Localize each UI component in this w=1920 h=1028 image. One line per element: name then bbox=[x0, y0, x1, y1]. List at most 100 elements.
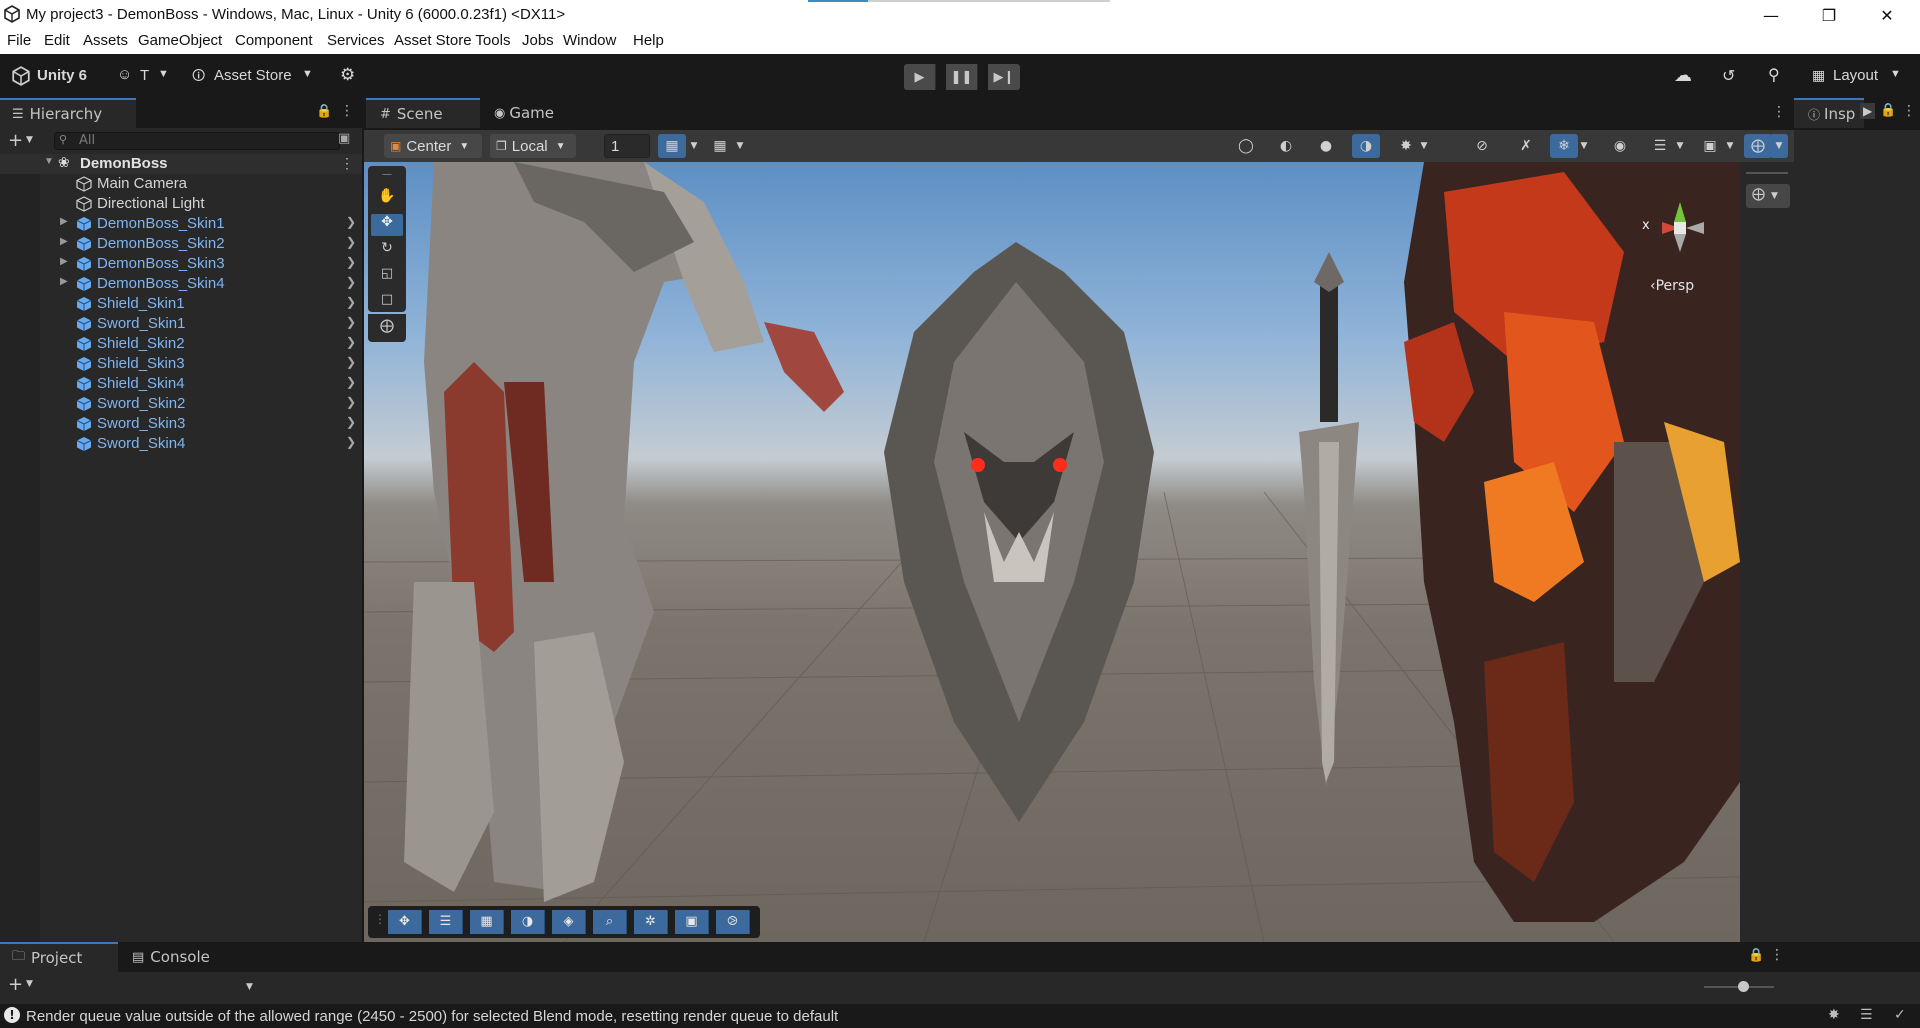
account-label[interactable]: T bbox=[140, 67, 149, 84]
increment-snap-toggle[interactable]: ▦ bbox=[706, 134, 734, 158]
unity-version-label[interactable]: Unity 6 bbox=[37, 67, 87, 84]
tab-inspector[interactable]: ⓘ Insp bbox=[1794, 98, 1864, 128]
hierarchy-item[interactable]: Sword_Skin4 ❯ bbox=[0, 434, 362, 454]
open-prefab-icon[interactable]: ❯ bbox=[346, 335, 356, 349]
asset-store-label[interactable]: Asset Store bbox=[214, 67, 292, 84]
audio-toggle[interactable]: ❄ bbox=[1550, 134, 1578, 158]
lock-icon[interactable]: 🔒 bbox=[316, 104, 332, 119]
search-input[interactable]: ⚲ All bbox=[54, 132, 340, 150]
menu-services[interactable]: Services bbox=[327, 32, 385, 49]
pivot-icon[interactable]: ✲ bbox=[634, 910, 668, 934]
hierarchy-item[interactable]: ▶ DemonBoss_Skin3 ❯ bbox=[0, 254, 362, 274]
open-prefab-icon[interactable]: ❯ bbox=[346, 375, 356, 389]
layout-label[interactable]: Layout bbox=[1833, 67, 1878, 84]
tab-scene[interactable]: # Scene bbox=[366, 98, 480, 128]
open-prefab-icon[interactable]: ❯ bbox=[346, 395, 356, 409]
align-icon[interactable]: ☰ bbox=[429, 910, 463, 934]
account-dropdown-icon[interactable]: ▼ bbox=[158, 68, 169, 80]
warning-icon[interactable]: ! bbox=[4, 1007, 20, 1023]
pivot-center-dropdown[interactable]: ▣ Center ▼ bbox=[384, 134, 482, 158]
orientation-gizmo[interactable]: x bbox=[1622, 190, 1722, 280]
fx-dropdown[interactable]: ▼ bbox=[1576, 134, 1592, 158]
plane-icon[interactable]: ◈ bbox=[552, 910, 586, 934]
bug-icon[interactable]: ✸ bbox=[1828, 1007, 1840, 1023]
open-prefab-icon[interactable]: ❯ bbox=[346, 355, 356, 369]
hierarchy-item[interactable]: Shield_Skin2 ❯ bbox=[0, 334, 362, 354]
side-grip[interactable] bbox=[1746, 172, 1788, 174]
menu-asset-store-tools[interactable]: Asset Store Tools bbox=[394, 32, 510, 49]
menu-jobs[interactable]: Jobs bbox=[522, 32, 554, 49]
search-icon[interactable]: ⚲ bbox=[1768, 65, 1780, 85]
move-tool-icon[interactable]: ✥ bbox=[371, 214, 403, 236]
root-more-icon[interactable]: ⋮ bbox=[340, 155, 354, 172]
add-icon[interactable]: + bbox=[8, 130, 23, 151]
shading-solid-toggle[interactable]: ● bbox=[1312, 134, 1340, 158]
open-prefab-icon[interactable]: ❯ bbox=[346, 275, 356, 289]
tab-console[interactable]: ▤ Console bbox=[124, 942, 234, 972]
menu-gameobject[interactable]: GameObject bbox=[138, 32, 222, 49]
rotate-tool-icon[interactable]: ↻ bbox=[371, 240, 403, 262]
foldout-open-icon[interactable]: ▼ bbox=[44, 156, 54, 167]
open-prefab-icon[interactable]: ❯ bbox=[346, 435, 356, 449]
debug-draw-dropdown[interactable]: ▼ bbox=[1416, 134, 1432, 158]
open-prefab-icon[interactable]: ❯ bbox=[346, 215, 356, 229]
project-more-icon[interactable]: ⋮ bbox=[1770, 947, 1784, 963]
snap-grid-icon[interactable]: ▦ bbox=[470, 910, 504, 934]
layout-dropdown-icon[interactable]: ▼ bbox=[1890, 68, 1901, 80]
shading-wireframe-toggle[interactable]: ◐ bbox=[1272, 134, 1300, 158]
tab-project[interactable]: 🗀 Project bbox=[0, 942, 118, 972]
menu-edit[interactable]: Edit bbox=[44, 32, 70, 49]
scene-visibility-icon[interactable]: ▣ bbox=[338, 131, 350, 146]
progress-icon[interactable]: ✓ bbox=[1894, 1007, 1906, 1023]
rotate-icon[interactable]: ◑ bbox=[511, 910, 545, 934]
menu-window[interactable]: Window bbox=[563, 32, 616, 49]
persp-label[interactable]: ‹Persp bbox=[1650, 278, 1694, 294]
settings-gear-icon[interactable]: ⚙ bbox=[340, 65, 355, 85]
scene-visibility-toggle[interactable]: ◉ bbox=[1606, 134, 1634, 158]
layers-dropdown[interactable]: ▼ bbox=[1672, 134, 1688, 158]
shading-shaded-toggle[interactable]: ◑ bbox=[1352, 134, 1380, 158]
hierarchy-item[interactable]: Sword_Skin3 ❯ bbox=[0, 414, 362, 434]
space-local-dropdown[interactable]: ❐ Local ▼ bbox=[490, 134, 576, 158]
create-icon[interactable]: + bbox=[8, 974, 23, 995]
compass-icon[interactable]: ⧁ bbox=[716, 910, 750, 934]
cloud-icon[interactable]: ☁ bbox=[1674, 65, 1692, 86]
lighting-toggle[interactable]: ✗ bbox=[1512, 134, 1540, 158]
close-button[interactable]: ✕ bbox=[1864, 0, 1910, 30]
step-button[interactable]: ▶❙ bbox=[988, 64, 1020, 90]
camera-icon[interactable]: ▣ bbox=[675, 910, 709, 934]
increment-snap-dropdown[interactable]: ▼ bbox=[732, 134, 748, 158]
open-prefab-icon[interactable]: ❯ bbox=[346, 415, 356, 429]
layers-status-icon[interactable]: ☰ bbox=[1860, 1007, 1873, 1023]
scene-more-icon[interactable]: ⋮ bbox=[1772, 104, 1786, 120]
hierarchy-item[interactable]: ▶ DemonBoss_Skin1 ❯ bbox=[0, 214, 362, 234]
search-type-dropdown-icon[interactable]: ▼ bbox=[246, 982, 253, 992]
open-prefab-icon[interactable]: ❯ bbox=[346, 255, 356, 269]
hierarchy-item[interactable]: Sword_Skin2 ❯ bbox=[0, 394, 362, 414]
status-message[interactable]: Render queue value outside of the allowe… bbox=[26, 1008, 838, 1025]
foldout-closed-icon[interactable]: ▶ bbox=[60, 216, 68, 227]
inspector-lock-icon[interactable]: 🔒 bbox=[1880, 103, 1896, 118]
tab-game[interactable]: ◉ Game bbox=[486, 98, 576, 128]
hierarchy-item[interactable]: Directional Light bbox=[0, 194, 362, 214]
grid-snap-input[interactable]: 1 bbox=[604, 134, 650, 158]
minimize-button[interactable]: — bbox=[1748, 0, 1794, 30]
asset-store-dropdown-icon[interactable]: ▼ bbox=[302, 68, 313, 80]
scale-tool-icon[interactable]: ◱ bbox=[371, 266, 403, 288]
play-button[interactable]: ▶ bbox=[904, 64, 936, 90]
2d-toggle[interactable]: ⊘ bbox=[1468, 134, 1496, 158]
history-icon[interactable]: ↺ bbox=[1722, 66, 1735, 86]
hierarchy-item[interactable]: Shield_Skin1 ❯ bbox=[0, 294, 362, 314]
foldout-closed-icon[interactable]: ▶ bbox=[60, 236, 68, 247]
gizmos-toggle[interactable]: ⨁ bbox=[1744, 134, 1772, 158]
open-prefab-icon[interactable]: ❯ bbox=[346, 315, 356, 329]
scene-viewport[interactable]: — ✋ ✥ ↻ ◱ □ ⨁ x ‹Persp ⋮ ✥ ☰ ▦ ◑ ◈ ⌕ ✲ ▣ ⧁ bbox=[364, 162, 1740, 942]
palette-grip-icon[interactable]: — bbox=[371, 169, 403, 181]
menu-help[interactable]: Help bbox=[633, 32, 664, 49]
project-lock-icon[interactable]: 🔒 bbox=[1748, 948, 1764, 963]
camera-settings-button[interactable]: ▣ bbox=[1696, 134, 1724, 158]
menu-component[interactable]: Component bbox=[235, 32, 313, 49]
view-options-button[interactable]: ⨁ ▼ bbox=[1746, 184, 1790, 208]
menu-assets[interactable]: Assets bbox=[83, 32, 128, 49]
account-icon[interactable]: ☺ bbox=[117, 66, 132, 83]
